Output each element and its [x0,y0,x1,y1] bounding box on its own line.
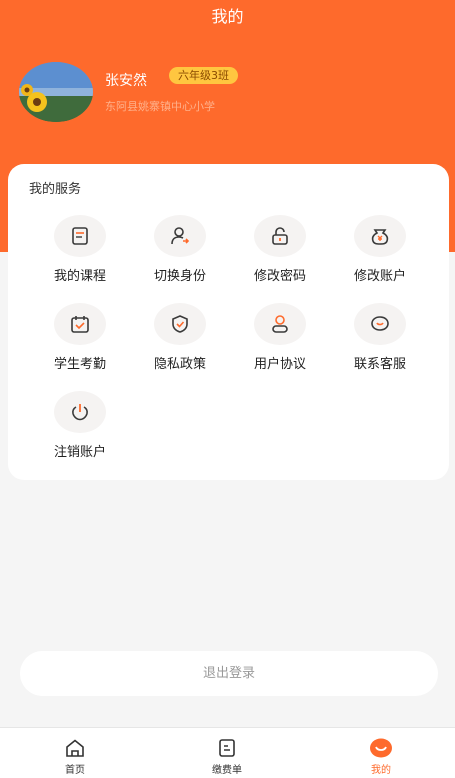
service-label: 注销账户 [53,445,106,460]
tab-label: 首页 [65,765,85,776]
user-switch-icon [154,215,206,257]
service-switch-identity[interactable]: 切换身份 [130,215,230,295]
service-contact-support[interactable]: 联系客服 [330,303,430,383]
bottom-tab-bar: 首页 缴费单 我的 [0,727,455,778]
chat-icon [354,303,406,345]
logout-button[interactable]: 退出登录 [20,651,438,696]
service-change-account[interactable]: 修改账户 [330,215,430,295]
service-attendance[interactable]: 学生考勤 [30,303,130,383]
service-label: 学生考勤 [53,357,106,372]
bill-icon [215,738,239,758]
service-label: 我的课程 [53,269,106,284]
service-user-agreement[interactable]: 用户协议 [230,303,330,383]
service-label: 修改密码 [253,269,306,284]
user-name: 张安然 [105,73,147,89]
yuan-wallet-icon [354,215,406,257]
tab-bills[interactable]: 缴费单 [177,728,277,778]
service-label: 修改账户 [353,269,406,284]
lock-icon [254,215,306,257]
avatar[interactable] [19,62,93,122]
book-icon [54,215,106,257]
power-icon [54,391,106,433]
service-label: 用户协议 [253,357,306,372]
service-label: 切换身份 [153,269,206,284]
services-title: 我的服务 [29,182,82,197]
service-delete-account[interactable]: 注销账户 [30,391,130,471]
home-icon [63,738,87,758]
service-label: 联系客服 [353,357,406,372]
service-label: 隐私政策 [153,357,206,372]
service-my-courses[interactable]: 我的课程 [30,215,130,295]
grade-badge: 六年级3班 [169,67,238,84]
calendar-check-icon [54,303,106,345]
shield-check-icon [154,303,206,345]
user-agreement-icon [254,303,306,345]
service-privacy-policy[interactable]: 隐私政策 [130,303,230,383]
profile-smile-icon [369,738,393,758]
services-card: 我的服务 我的课程 切换身份 修改密码 修改账户 学生考勤 隐私政策 用户协议 … [8,164,449,480]
tab-label: 缴费单 [212,765,242,776]
tab-home[interactable]: 首页 [25,728,125,778]
service-change-password[interactable]: 修改密码 [230,215,330,295]
tab-mine[interactable]: 我的 [331,728,431,778]
page-title: 我的 [211,7,244,26]
school-name: 东阿县姚寨镇中心小学 [105,100,215,113]
tab-label: 我的 [371,765,391,776]
